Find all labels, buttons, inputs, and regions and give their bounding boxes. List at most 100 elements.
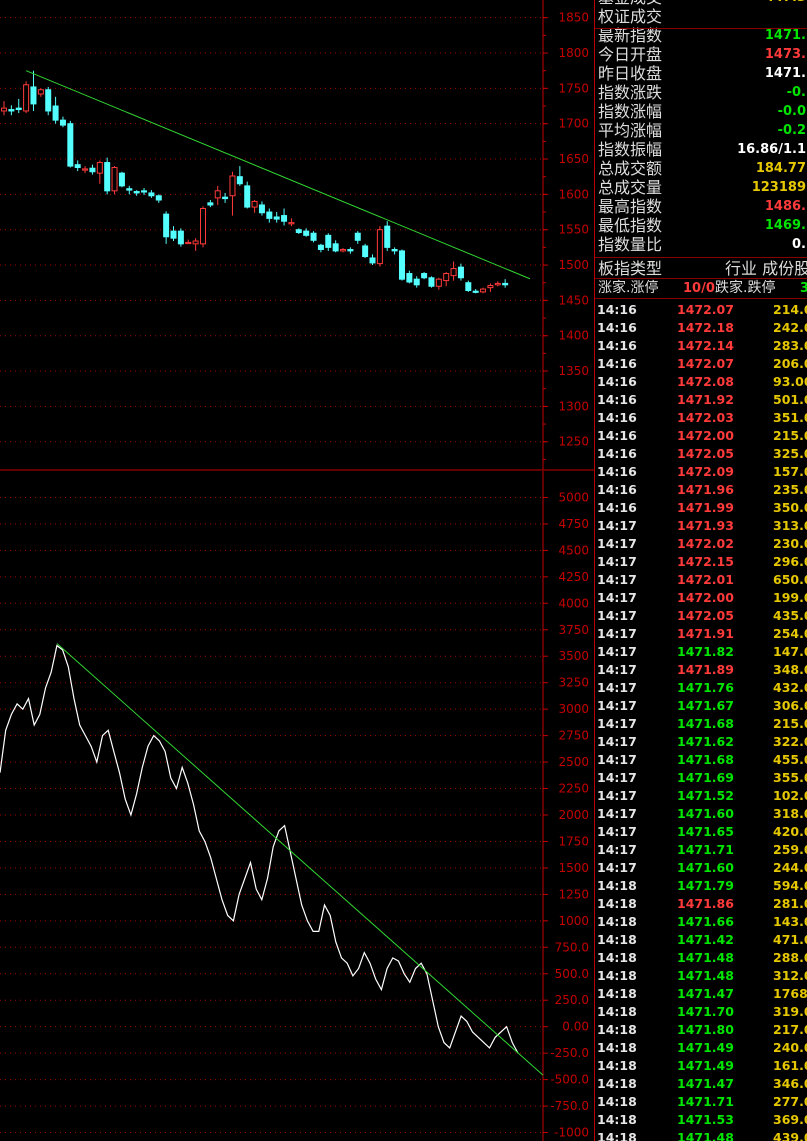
candle-body[interactable] xyxy=(428,277,435,287)
candle-body[interactable] xyxy=(480,288,487,293)
tick-row[interactable]: 14:16 1472.09 157.0 xyxy=(595,463,807,481)
tick-row[interactable]: 14:18 1471.79 594.0 xyxy=(595,877,807,895)
candle-body[interactable] xyxy=(45,89,52,112)
candle-body[interactable] xyxy=(384,225,391,248)
candle-body[interactable] xyxy=(177,230,184,245)
tick-row[interactable]: 14:17 1471.65 420.0 xyxy=(595,823,807,841)
candle-body[interactable] xyxy=(406,273,413,283)
candle-body[interactable] xyxy=(251,200,258,208)
candle-body[interactable] xyxy=(303,230,310,236)
tick-row[interactable]: 14:17 1471.82 147.0 xyxy=(595,643,807,661)
candle-body[interactable] xyxy=(170,230,177,239)
candle-body[interactable] xyxy=(133,191,140,194)
candle-body[interactable] xyxy=(487,285,494,289)
candle-body[interactable] xyxy=(222,196,229,200)
candle-body[interactable] xyxy=(317,244,324,250)
tick-row[interactable]: 14:17 1471.91 254.0 xyxy=(595,625,807,643)
chart-area[interactable]: 1850 1800 1750 1700 1650 1600 1550 1500 1450 1400… xyxy=(0,0,594,1141)
candle-body[interactable] xyxy=(207,202,214,206)
candle-body[interactable] xyxy=(273,216,280,220)
tick-row[interactable]: 14:17 1471.68 455.0 xyxy=(595,751,807,769)
candle-body[interactable] xyxy=(192,240,199,245)
tick-row[interactable]: 14:17 1471.62 322.0 xyxy=(595,733,807,751)
candle-body[interactable] xyxy=(23,84,30,112)
candle-body[interactable] xyxy=(148,192,155,197)
candle-body[interactable] xyxy=(37,89,44,95)
candle-body[interactable] xyxy=(376,229,383,265)
tick-row[interactable]: 14:17 1471.69 355.0 xyxy=(595,769,807,787)
candle-body[interactable] xyxy=(435,278,442,287)
candle-body[interactable] xyxy=(118,172,125,187)
tick-row[interactable]: 14:16 1472.07 206.0 xyxy=(595,355,807,373)
tick-row[interactable]: 14:16 1472.18 242.0 xyxy=(595,319,807,337)
candle-body[interactable] xyxy=(472,290,479,293)
candle-body[interactable] xyxy=(450,268,457,277)
candle-body[interactable] xyxy=(362,245,369,258)
candle-body[interactable] xyxy=(266,211,273,219)
tick-row[interactable]: 14:17 1471.60 318.0 xyxy=(595,805,807,823)
candle-body[interactable] xyxy=(391,248,398,252)
tick-row[interactable]: 14:16 1472.08 93.00 xyxy=(595,373,807,391)
osc-trendline[interactable] xyxy=(56,643,544,1076)
candle-body[interactable] xyxy=(457,266,464,279)
tick-row[interactable]: 14:17 1472.15 296.0 xyxy=(595,553,807,571)
tick-row[interactable]: 14:16 1472.00 215.0 xyxy=(595,427,807,445)
candle-body[interactable] xyxy=(413,278,420,286)
candle-body[interactable] xyxy=(421,273,428,279)
candle-body[interactable] xyxy=(96,162,103,174)
tick-row[interactable]: 14:17 1471.68 215.0 xyxy=(595,715,807,733)
tick-row[interactable]: 14:18 1471.47 1768 xyxy=(595,985,807,1003)
candle-body[interactable] xyxy=(89,167,96,173)
candle-body[interactable] xyxy=(502,282,509,286)
tick-row[interactable]: 14:16 1472.14 283.0 xyxy=(595,337,807,355)
candle-body[interactable] xyxy=(8,109,15,112)
candle-body[interactable] xyxy=(236,176,243,185)
candle-body[interactable] xyxy=(281,215,288,222)
candle-body[interactable] xyxy=(258,204,265,214)
candle-body[interactable] xyxy=(398,250,405,280)
oscillator-line-chart[interactable]: 5000 4750 4500 4250 4000 3750 3500 3250 3000 2750… xyxy=(0,471,589,1141)
candle-body[interactable] xyxy=(340,248,347,252)
candle-body[interactable] xyxy=(214,190,221,199)
candle-body[interactable] xyxy=(59,119,66,126)
tick-row[interactable]: 14:18 1471.48 288.0 xyxy=(595,949,807,967)
candle-body[interactable] xyxy=(1,107,7,112)
candle-body[interactable] xyxy=(310,232,317,241)
candle-body[interactable] xyxy=(443,273,450,282)
candle-body[interactable] xyxy=(325,234,332,248)
tick-row[interactable]: 14:18 1471.71 277.0 xyxy=(595,1093,807,1111)
tick-row[interactable]: 14:18 1471.86 281.0 xyxy=(595,895,807,913)
tick-row[interactable]: 14:18 1471.47 346.0 xyxy=(595,1075,807,1093)
tick-row[interactable]: 14:16 1472.03 351.0 xyxy=(595,409,807,427)
tick-row[interactable]: 14:17 1472.05 435.0 xyxy=(595,607,807,625)
tick-row[interactable]: 14:16 1471.92 501.0 xyxy=(595,391,807,409)
tick-row[interactable]: 14:16 1472.07 214.0 xyxy=(595,301,807,319)
tick-row[interactable]: 14:18 1471.49 240.0 xyxy=(595,1039,807,1057)
tick-row[interactable]: 14:18 1471.66 143.0 xyxy=(595,913,807,931)
candle-body[interactable] xyxy=(155,195,162,201)
candle-body[interactable] xyxy=(465,282,472,291)
candle-body[interactable] xyxy=(369,257,376,264)
osc-series-line[interactable] xyxy=(0,644,519,1054)
candle-body[interactable] xyxy=(104,162,111,192)
tick-row[interactable]: 14:18 1471.48 312.0 xyxy=(595,967,807,985)
candle-body[interactable] xyxy=(67,123,74,167)
tick-row[interactable]: 14:18 1471.48 439.0 xyxy=(595,1129,807,1141)
price-trendline[interactable] xyxy=(25,70,531,280)
candle-body[interactable] xyxy=(185,241,192,245)
candle-body[interactable] xyxy=(82,168,89,171)
candle-body[interactable] xyxy=(30,86,37,105)
tick-row[interactable]: 14:18 1471.53 369.0 xyxy=(595,1111,807,1129)
candle-body[interactable] xyxy=(229,175,236,197)
candle-body[interactable] xyxy=(15,107,22,111)
tick-row[interactable]: 14:18 1471.49 161.0 xyxy=(595,1057,807,1075)
tick-row[interactable]: 14:16 1472.05 325.0 xyxy=(595,445,807,463)
tick-row[interactable]: 14:17 1472.02 230.0 xyxy=(595,535,807,553)
candle-body[interactable] xyxy=(163,213,170,238)
candle-body[interactable] xyxy=(244,185,251,208)
tick-row[interactable]: 14:18 1471.42 471.0 xyxy=(595,931,807,949)
candle-body[interactable] xyxy=(347,248,354,252)
candle-body[interactable] xyxy=(288,222,295,225)
tick-row[interactable]: 14:17 1471.89 348.0 xyxy=(595,661,807,679)
candle-body[interactable] xyxy=(111,167,118,192)
